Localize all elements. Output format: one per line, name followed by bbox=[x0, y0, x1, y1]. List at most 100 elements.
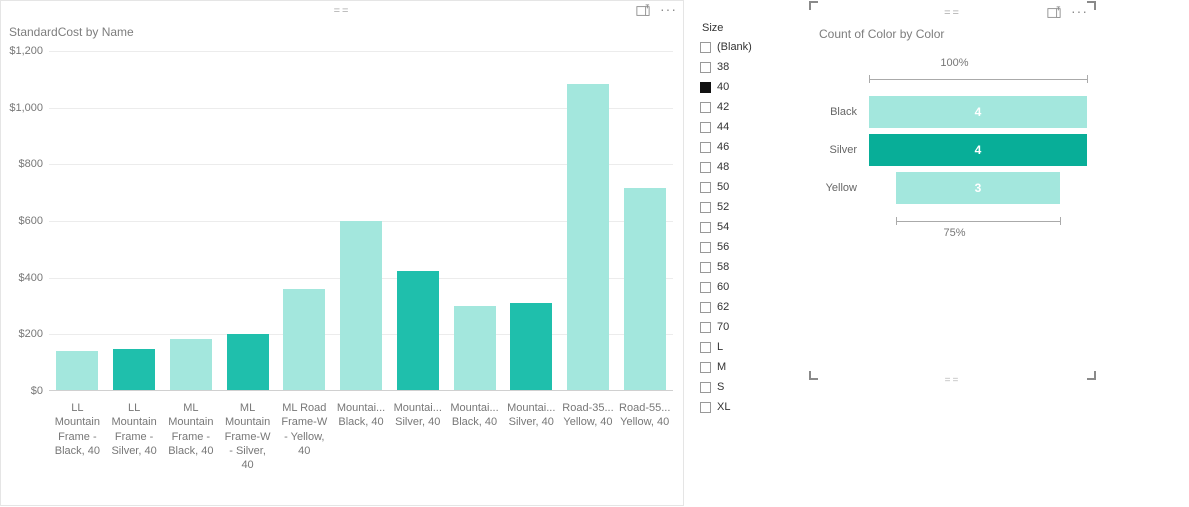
slicer-item-label: 58 bbox=[717, 261, 729, 273]
checkbox-icon[interactable] bbox=[700, 102, 711, 113]
checkbox-icon[interactable] bbox=[700, 122, 711, 133]
bar[interactable] bbox=[510, 303, 552, 391]
checkbox-icon[interactable] bbox=[700, 222, 711, 233]
selection-corner-icon[interactable] bbox=[809, 366, 823, 380]
bar[interactable] bbox=[397, 271, 439, 391]
y-tick-label: $1,000 bbox=[9, 102, 43, 114]
bar[interactable] bbox=[624, 188, 666, 391]
slicer-item-label: 44 bbox=[717, 121, 729, 133]
funnel-chart-visual[interactable]: ··· Count of Color by Color 100% Black4S… bbox=[811, 3, 1094, 378]
slicer-item[interactable]: 60 bbox=[700, 278, 810, 296]
funnel-row: Silver 4 bbox=[815, 131, 1094, 169]
y-tick-label: $0 bbox=[31, 385, 43, 397]
x-tick-label: MLMountainFrame-W- Silver,40 bbox=[219, 397, 276, 489]
more-options-icon[interactable]: ··· bbox=[660, 2, 677, 16]
drag-grip-icon[interactable] bbox=[334, 5, 351, 17]
funnel-category-label: Black bbox=[815, 106, 861, 118]
checkbox-icon[interactable] bbox=[700, 162, 711, 173]
slicer-item[interactable]: 52 bbox=[700, 198, 810, 216]
slicer-item-label: 56 bbox=[717, 241, 729, 253]
funnel-category-label: Yellow bbox=[815, 182, 861, 194]
checkbox-icon[interactable] bbox=[700, 82, 711, 93]
bar[interactable] bbox=[227, 334, 269, 391]
slicer-item[interactable]: 48 bbox=[700, 158, 810, 176]
slicer-item[interactable]: 62 bbox=[700, 298, 810, 316]
drag-grip-icon[interactable] bbox=[944, 7, 961, 19]
plot-area bbox=[49, 51, 673, 391]
slicer-item[interactable]: 40 bbox=[700, 78, 810, 96]
top-percent-bracket bbox=[815, 75, 1094, 83]
funnel-bar[interactable]: 4 bbox=[869, 96, 1087, 128]
chart-title: StandardCost by Name bbox=[1, 21, 683, 45]
checkbox-icon[interactable] bbox=[700, 182, 711, 193]
slicer-item[interactable]: M bbox=[700, 358, 810, 376]
bottom-percent-label: 75% bbox=[815, 227, 1094, 239]
checkbox-icon[interactable] bbox=[700, 362, 711, 373]
x-tick-label: Mountai...Black, 40 bbox=[446, 397, 503, 489]
focus-mode-icon[interactable] bbox=[636, 4, 650, 18]
y-tick-label: $1,200 bbox=[9, 45, 43, 57]
y-tick-label: $400 bbox=[19, 272, 43, 284]
bar[interactable] bbox=[56, 351, 98, 391]
checkbox-icon[interactable] bbox=[700, 62, 711, 73]
slicer-item-label: (Blank) bbox=[717, 41, 752, 53]
bar-chart-visual[interactable]: ··· StandardCost by Name $1,200 $1,000 $80… bbox=[0, 0, 684, 506]
y-tick-label: $200 bbox=[19, 328, 43, 340]
resize-grip-icon[interactable] bbox=[945, 375, 961, 386]
checkbox-icon[interactable] bbox=[700, 282, 711, 293]
size-slicer[interactable]: Size (Blank)3840424446485052545658606270… bbox=[700, 20, 810, 480]
checkbox-icon[interactable] bbox=[700, 202, 711, 213]
checkbox-icon[interactable] bbox=[700, 242, 711, 253]
slicer-item-label: 70 bbox=[717, 321, 729, 333]
slicer-item-label: 42 bbox=[717, 101, 729, 113]
bar[interactable] bbox=[454, 306, 496, 391]
slicer-item[interactable]: 50 bbox=[700, 178, 810, 196]
checkbox-icon[interactable] bbox=[700, 382, 711, 393]
x-tick-label: LLMountainFrame -Silver, 40 bbox=[106, 397, 163, 489]
slicer-item[interactable]: 70 bbox=[700, 318, 810, 336]
slicer-item[interactable]: 42 bbox=[700, 98, 810, 116]
y-tick-label: $800 bbox=[19, 158, 43, 170]
slicer-item-label: 48 bbox=[717, 161, 729, 173]
funnel-bar[interactable]: 3 bbox=[896, 172, 1060, 204]
x-tick-label: LLMountainFrame -Black, 40 bbox=[49, 397, 106, 489]
slicer-item[interactable]: 54 bbox=[700, 218, 810, 236]
y-axis: $1,200$1,000$800$600$400$200$0 bbox=[1, 51, 49, 391]
funnel-category-label: Silver bbox=[815, 144, 861, 156]
slicer-item[interactable]: 46 bbox=[700, 138, 810, 156]
checkbox-icon[interactable] bbox=[700, 262, 711, 273]
selection-corner-icon[interactable] bbox=[809, 1, 823, 15]
slicer-item-label: 50 bbox=[717, 181, 729, 193]
x-tick-label: MLMountainFrame -Black, 40 bbox=[162, 397, 219, 489]
checkbox-icon[interactable] bbox=[700, 302, 711, 313]
checkbox-icon[interactable] bbox=[700, 402, 711, 413]
slicer-item[interactable]: S bbox=[700, 378, 810, 396]
bar-chart-body: $1,200$1,000$800$600$400$200$0 LLMountai… bbox=[1, 45, 683, 489]
checkbox-icon[interactable] bbox=[700, 42, 711, 53]
bar[interactable] bbox=[170, 339, 212, 391]
funnel-bar[interactable]: 4 bbox=[869, 134, 1087, 166]
slicer-item[interactable]: XL bbox=[700, 398, 810, 416]
selection-corner-icon[interactable] bbox=[1082, 366, 1096, 380]
funnel-row: Yellow 3 bbox=[815, 169, 1094, 207]
bar[interactable] bbox=[340, 221, 382, 391]
checkbox-icon[interactable] bbox=[700, 142, 711, 153]
funnel-row: Black 4 bbox=[815, 93, 1094, 131]
slicer-item[interactable]: 44 bbox=[700, 118, 810, 136]
checkbox-icon[interactable] bbox=[700, 322, 711, 333]
slicer-item[interactable]: L bbox=[700, 338, 810, 356]
bar[interactable] bbox=[567, 84, 609, 391]
slicer-item[interactable]: (Blank) bbox=[700, 38, 810, 56]
more-options-icon[interactable]: ··· bbox=[1071, 4, 1088, 18]
slicer-item-label: XL bbox=[717, 401, 730, 413]
slicer-item-label: S bbox=[717, 381, 724, 393]
slicer-item-label: 62 bbox=[717, 301, 729, 313]
bar[interactable] bbox=[113, 349, 155, 392]
checkbox-icon[interactable] bbox=[700, 342, 711, 353]
slicer-item-label: M bbox=[717, 361, 726, 373]
slicer-item[interactable]: 38 bbox=[700, 58, 810, 76]
bar[interactable] bbox=[283, 289, 325, 391]
slicer-item[interactable]: 56 bbox=[700, 238, 810, 256]
focus-mode-icon[interactable] bbox=[1047, 6, 1061, 20]
slicer-item[interactable]: 58 bbox=[700, 258, 810, 276]
